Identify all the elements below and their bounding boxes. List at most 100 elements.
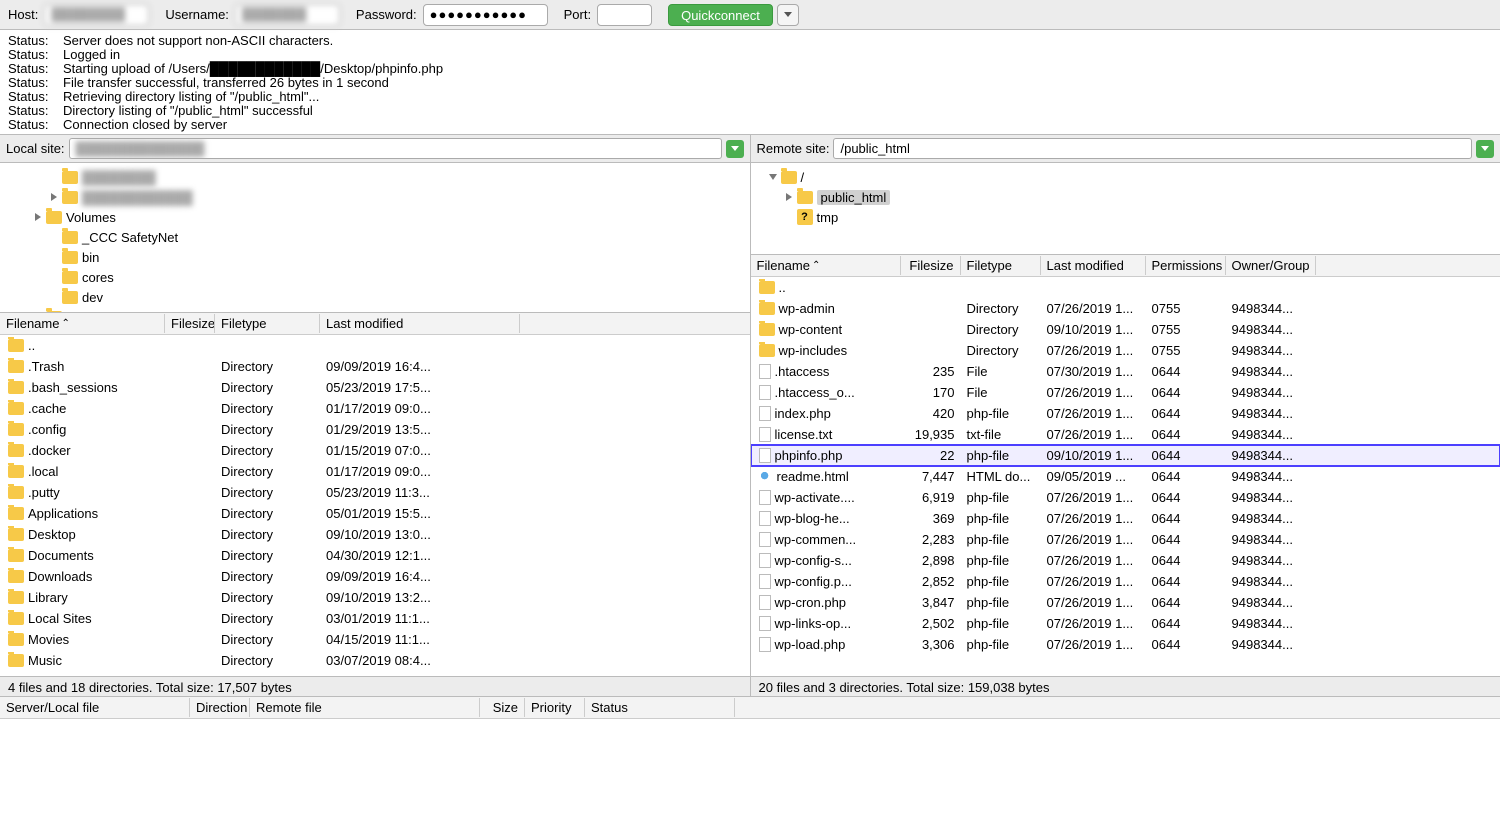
folder-icon bbox=[8, 444, 24, 457]
col-filesize[interactable]: Filesize bbox=[901, 256, 961, 275]
list-item[interactable]: wp-config-s...2,898php-file07/26/2019 1.… bbox=[751, 550, 1500, 571]
tree-item[interactable]: ████████████ bbox=[0, 187, 750, 207]
list-item[interactable]: license.txt19,935txt-file07/26/2019 1...… bbox=[751, 424, 1500, 445]
file-size: 22 bbox=[901, 447, 961, 464]
tree-item[interactable]: etc bbox=[0, 307, 750, 313]
list-item[interactable]: wp-config.p...2,852php-file07/26/2019 1.… bbox=[751, 571, 1500, 592]
port-input[interactable] bbox=[597, 4, 652, 26]
file-type: File bbox=[961, 363, 1041, 380]
file-icon bbox=[759, 574, 771, 589]
tree-item[interactable]: bin bbox=[0, 247, 750, 267]
col-status[interactable]: Status bbox=[585, 698, 735, 717]
local-site-label: Local site: bbox=[6, 141, 65, 156]
local-site-dropdown[interactable] bbox=[726, 140, 744, 158]
col-remote-file[interactable]: Remote file bbox=[250, 698, 480, 717]
list-item[interactable]: wp-blog-he...369php-file07/26/2019 1...0… bbox=[751, 508, 1500, 529]
list-item[interactable]: wp-cron.php3,847php-file07/26/2019 1...0… bbox=[751, 592, 1500, 613]
list-item[interactable]: .dockerDirectory01/15/2019 07:0... bbox=[0, 440, 750, 461]
col-lastmodified[interactable]: Last modified bbox=[1041, 256, 1146, 275]
tree-item[interactable]: ████████ bbox=[0, 167, 750, 187]
tree-item[interactable]: ?tmp bbox=[751, 207, 1500, 227]
list-item[interactable]: wp-links-op...2,502php-file07/26/2019 1.… bbox=[751, 613, 1500, 634]
file-name: wp-blog-he... bbox=[775, 511, 850, 526]
tree-item[interactable]: _CCC SafetyNet bbox=[0, 227, 750, 247]
list-item[interactable]: readme.html7,447HTML do...09/05/2019 ...… bbox=[751, 466, 1500, 487]
status-label: Status: bbox=[8, 76, 63, 90]
username-input[interactable] bbox=[235, 4, 340, 26]
col-filename[interactable]: Filename bbox=[6, 316, 59, 331]
col-filetype[interactable]: Filetype bbox=[961, 256, 1041, 275]
remote-list-header[interactable]: Filename⌃ Filesize Filetype Last modifie… bbox=[751, 255, 1500, 277]
file-modified: 01/17/2019 09:0... bbox=[320, 400, 520, 417]
col-direction[interactable]: Direction bbox=[190, 698, 250, 717]
file-modified: 07/26/2019 1... bbox=[1041, 615, 1146, 632]
col-filename[interactable]: Filename bbox=[757, 258, 810, 273]
local-site-path[interactable]: ██████████████ bbox=[69, 138, 722, 159]
list-item[interactable]: .TrashDirectory09/09/2019 16:4... bbox=[0, 356, 750, 377]
list-item[interactable]: .htaccess_o...170File07/26/2019 1...0644… bbox=[751, 382, 1500, 403]
list-item[interactable]: wp-contentDirectory09/10/2019 1...075594… bbox=[751, 319, 1500, 340]
list-item[interactable]: DesktopDirectory09/10/2019 13:0... bbox=[0, 524, 750, 545]
tree-item[interactable]: cores bbox=[0, 267, 750, 287]
folder-icon bbox=[8, 423, 24, 436]
folder-icon bbox=[62, 171, 78, 184]
list-item[interactable]: wp-includesDirectory07/26/2019 1...07559… bbox=[751, 340, 1500, 361]
col-server-local-file[interactable]: Server/Local file bbox=[0, 698, 190, 717]
col-size[interactable]: Size bbox=[480, 698, 525, 717]
list-item[interactable]: wp-adminDirectory07/26/2019 1...07559498… bbox=[751, 298, 1500, 319]
file-type: Directory bbox=[215, 379, 320, 396]
quickconnect-dropdown[interactable] bbox=[777, 4, 799, 26]
list-item[interactable]: MoviesDirectory04/15/2019 11:1... bbox=[0, 629, 750, 650]
col-priority[interactable]: Priority bbox=[525, 698, 585, 717]
host-input[interactable] bbox=[44, 4, 149, 26]
list-item[interactable]: wp-commen...2,283php-file07/26/2019 1...… bbox=[751, 529, 1500, 550]
file-modified: 07/26/2019 1... bbox=[1041, 636, 1146, 653]
col-lastmodified[interactable]: Last modified bbox=[320, 314, 520, 333]
list-item[interactable]: MusicDirectory03/07/2019 08:4... bbox=[0, 650, 750, 671]
remote-list-body[interactable]: ..wp-adminDirectory07/26/2019 1...075594… bbox=[751, 277, 1500, 676]
list-item[interactable]: DocumentsDirectory04/30/2019 12:1... bbox=[0, 545, 750, 566]
list-item[interactable]: DownloadsDirectory09/09/2019 16:4... bbox=[0, 566, 750, 587]
quickconnect-button[interactable]: Quickconnect bbox=[668, 4, 773, 26]
transfer-queue-header[interactable]: Server/Local file Direction Remote file … bbox=[0, 697, 1500, 719]
password-input[interactable] bbox=[423, 4, 548, 26]
list-item[interactable]: .htaccess235File07/30/2019 1...064494983… bbox=[751, 361, 1500, 382]
remote-site-dropdown[interactable] bbox=[1476, 140, 1494, 158]
file-size: 2,852 bbox=[901, 573, 961, 590]
list-item[interactable]: .. bbox=[0, 335, 750, 356]
list-item[interactable]: phpinfo.php22php-file09/10/2019 1...0644… bbox=[751, 445, 1500, 466]
tree-item[interactable]: dev bbox=[0, 287, 750, 307]
list-item[interactable]: Local SitesDirectory03/01/2019 11:1... bbox=[0, 608, 750, 629]
list-item[interactable]: wp-load.php3,306php-file07/26/2019 1...0… bbox=[751, 634, 1500, 655]
list-item[interactable]: .localDirectory01/17/2019 09:0... bbox=[0, 461, 750, 482]
list-item[interactable]: .cacheDirectory01/17/2019 09:0... bbox=[0, 398, 750, 419]
list-item[interactable]: LibraryDirectory09/10/2019 13:2... bbox=[0, 587, 750, 608]
tree-label: Volumes bbox=[66, 210, 116, 225]
local-list-header[interactable]: Filename⌃ Filesize Filetype Last modifie… bbox=[0, 313, 750, 335]
file-type: Directory bbox=[215, 463, 320, 480]
remote-tree[interactable]: /public_html?tmp bbox=[751, 163, 1500, 255]
transfer-queue-body[interactable] bbox=[0, 719, 1500, 809]
tree-item[interactable]: / bbox=[751, 167, 1500, 187]
local-tree[interactable]: ████████████████████Volumes_CCC SafetyNe… bbox=[0, 163, 750, 313]
list-item[interactable]: .. bbox=[751, 277, 1500, 298]
status-message: Starting upload of /Users/████████████/D… bbox=[63, 62, 451, 76]
col-filesize[interactable]: Filesize bbox=[165, 314, 215, 333]
col-permissions[interactable]: Permissions bbox=[1146, 256, 1226, 275]
list-item[interactable]: ApplicationsDirectory05/01/2019 15:5... bbox=[0, 503, 750, 524]
file-type: php-file bbox=[961, 510, 1041, 527]
tree-label: ████████ bbox=[82, 170, 156, 185]
folder-icon bbox=[8, 486, 24, 499]
tree-item[interactable]: Volumes bbox=[0, 207, 750, 227]
list-item[interactable]: .puttyDirectory05/23/2019 11:3... bbox=[0, 482, 750, 503]
remote-site-path[interactable]: /public_html bbox=[833, 138, 1472, 159]
list-item[interactable]: .configDirectory01/29/2019 13:5... bbox=[0, 419, 750, 440]
local-list-body[interactable]: ...TrashDirectory09/09/2019 16:4....bash… bbox=[0, 335, 750, 676]
list-item[interactable]: .bash_sessionsDirectory05/23/2019 17:5..… bbox=[0, 377, 750, 398]
file-name: wp-activate.... bbox=[775, 490, 855, 505]
list-item[interactable]: index.php420php-file07/26/2019 1...06449… bbox=[751, 403, 1500, 424]
tree-item[interactable]: public_html bbox=[751, 187, 1500, 207]
col-owner[interactable]: Owner/Group bbox=[1226, 256, 1316, 275]
list-item[interactable]: wp-activate....6,919php-file07/26/2019 1… bbox=[751, 487, 1500, 508]
col-filetype[interactable]: Filetype bbox=[215, 314, 320, 333]
